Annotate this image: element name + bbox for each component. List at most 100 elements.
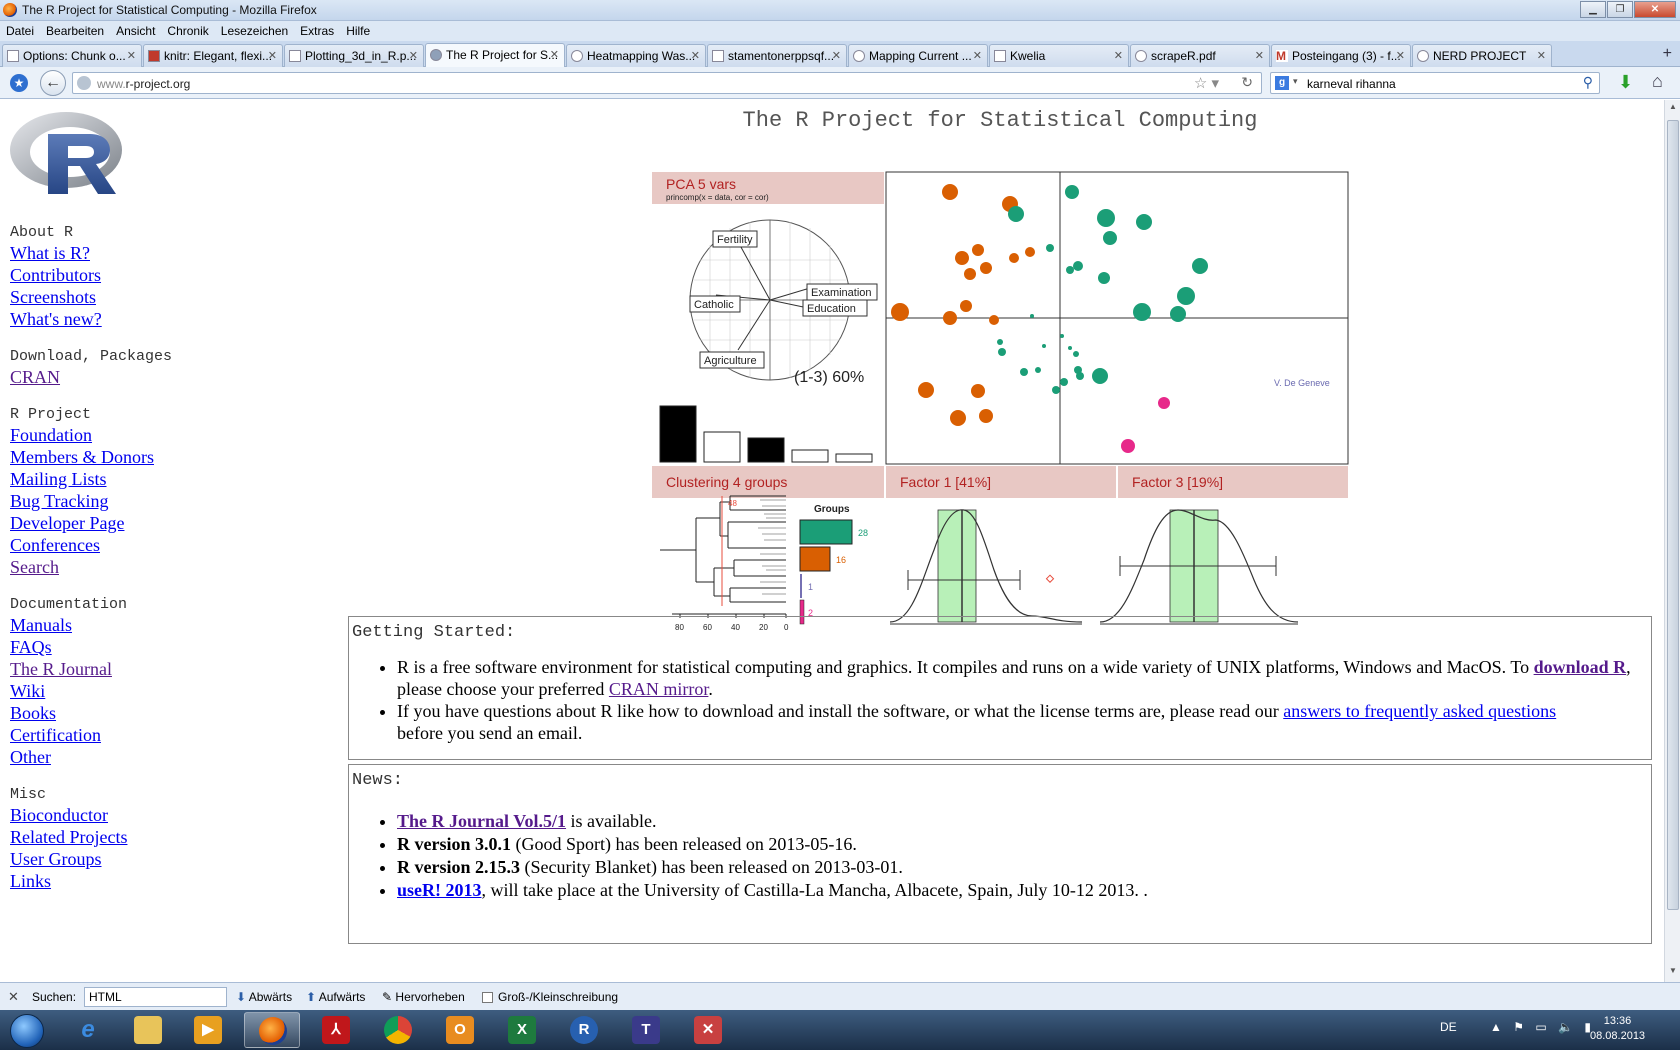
reload-icon[interactable]: ↻ bbox=[1241, 74, 1253, 91]
sidebar-link-conferences[interactable]: Conferences bbox=[10, 534, 172, 556]
tab-close-icon[interactable]: ✕ bbox=[409, 49, 418, 62]
tab-close-icon[interactable]: ✕ bbox=[268, 49, 277, 62]
sidebar-link-faqs[interactable]: FAQs bbox=[10, 636, 172, 658]
google-icon[interactable]: g bbox=[1275, 76, 1289, 90]
language-indicator[interactable]: DE bbox=[1440, 1020, 1457, 1034]
taskbar-firefox[interactable] bbox=[244, 1012, 300, 1048]
taskbar-chrome[interactable] bbox=[370, 1012, 426, 1048]
start-button[interactable] bbox=[2, 1011, 52, 1049]
tray-up-icon[interactable]: ▲ bbox=[1490, 1020, 1502, 1034]
tab[interactable]: NERD PROJECT ✕ bbox=[1412, 44, 1552, 67]
tab-close-icon[interactable]: ✕ bbox=[550, 48, 559, 61]
tab[interactable]: Plotting_3d_in_R.p... ✕ bbox=[284, 44, 424, 67]
site-identity-icon[interactable] bbox=[77, 76, 91, 90]
sidebar-link-certification[interactable]: Certification bbox=[10, 724, 172, 746]
menu-chronik[interactable]: Chronik bbox=[167, 24, 208, 38]
match-case-checkbox[interactable]: Groß-/Kleinschreibung bbox=[482, 990, 618, 1004]
network-icon[interactable]: ▭ bbox=[1535, 1020, 1546, 1034]
sidebar-link-manuals[interactable]: Manuals bbox=[10, 614, 172, 636]
home-icon[interactable]: ⌂ bbox=[1652, 71, 1663, 92]
flag-icon[interactable]: ⚑ bbox=[1513, 1020, 1524, 1034]
tab[interactable]: Options: Chunk o... ✕ bbox=[2, 44, 142, 67]
menu-extras[interactable]: Extras bbox=[300, 24, 334, 38]
taskbar-r[interactable]: R bbox=[556, 1012, 612, 1048]
close-findbar-icon[interactable]: ✕ bbox=[8, 989, 19, 1005]
taskbar-media[interactable]: ▶ bbox=[180, 1012, 236, 1048]
clock[interactable]: 13:36 08.08.2013 bbox=[1590, 1014, 1645, 1044]
tab-active[interactable]: The R Project for S... ✕ bbox=[425, 43, 565, 68]
close-button[interactable]: ✕ bbox=[1634, 1, 1676, 18]
tab[interactable]: Mapping Current ... ✕ bbox=[848, 44, 988, 67]
url-text[interactable]: www.r-project.org bbox=[97, 77, 190, 91]
taskbar-outlook[interactable]: O bbox=[432, 1012, 488, 1048]
search-bar[interactable]: g ▾ karneval rihanna ⚲ bbox=[1270, 72, 1600, 94]
sidebar-link-books[interactable]: Books bbox=[10, 702, 172, 724]
tab-close-icon[interactable]: ✕ bbox=[832, 49, 841, 62]
download-r-link[interactable]: download R bbox=[1534, 657, 1627, 677]
sidebar-link-bug-tracking[interactable]: Bug Tracking bbox=[10, 490, 172, 512]
search-input[interactable]: karneval rihanna bbox=[1307, 77, 1396, 91]
sidebar-link-links[interactable]: Links bbox=[10, 870, 172, 892]
url-bar[interactable]: www.r-project.org ☆ ▾ ↻ bbox=[72, 72, 1262, 94]
taskbar-excel[interactable]: X bbox=[494, 1012, 550, 1048]
search-icon[interactable]: ⚲ bbox=[1583, 74, 1593, 91]
back-button[interactable]: ← bbox=[40, 70, 66, 96]
minimize-button[interactable]: ▁ bbox=[1580, 1, 1606, 18]
scroll-down-arrow[interactable]: ▼ bbox=[1667, 966, 1679, 980]
find-next-button[interactable]: ⬇ Abwärts bbox=[236, 990, 292, 1004]
taskbar-explorer[interactable] bbox=[120, 1012, 176, 1048]
bookmark-icon[interactable]: ★ bbox=[10, 74, 28, 92]
sidebar-link-what-is-r[interactable]: What is R? bbox=[10, 242, 172, 264]
sidebar-link-whats-new[interactable]: What's new? bbox=[10, 308, 172, 330]
taskbar-texmaker[interactable]: T bbox=[618, 1012, 674, 1048]
tab-close-icon[interactable]: ✕ bbox=[1255, 49, 1264, 62]
faq-link[interactable]: answers to frequently asked questions bbox=[1283, 701, 1556, 721]
menu-ansicht[interactable]: Ansicht bbox=[116, 24, 155, 38]
sidebar-link-members-donors[interactable]: Members & Donors bbox=[10, 446, 172, 468]
find-previous-button[interactable]: ⬆ Aufwärts bbox=[306, 990, 365, 1004]
tab[interactable]: M Posteingang (3) - f... ✕ bbox=[1271, 44, 1411, 67]
news-link[interactable]: useR! 2013 bbox=[397, 880, 482, 900]
sidebar-link-wiki[interactable]: Wiki bbox=[10, 680, 172, 702]
tab[interactable]: Heatmapping Was... ✕ bbox=[566, 44, 706, 67]
sidebar-link-developer-page[interactable]: Developer Page bbox=[10, 512, 172, 534]
taskbar-ie[interactable]: e bbox=[60, 1012, 116, 1048]
restore-button[interactable]: ❐ bbox=[1607, 1, 1633, 18]
tab-close-icon[interactable]: ✕ bbox=[1537, 49, 1546, 62]
tab[interactable]: knitr: Elegant, flexi... ✕ bbox=[143, 44, 283, 67]
menu-lesezeichen[interactable]: Lesezeichen bbox=[221, 24, 288, 38]
vertical-scrollbar[interactable]: ▲ ▼ bbox=[1664, 100, 1680, 982]
new-tab-button[interactable]: + bbox=[1663, 45, 1672, 63]
tab-close-icon[interactable]: ✕ bbox=[691, 49, 700, 62]
engine-dropdown-icon[interactable]: ▾ bbox=[1293, 76, 1298, 87]
sidebar-link-screenshots[interactable]: Screenshots bbox=[10, 286, 172, 308]
menu-datei[interactable]: Datei bbox=[6, 24, 34, 38]
menu-hilfe[interactable]: Hilfe bbox=[346, 24, 370, 38]
scrollbar-thumb[interactable] bbox=[1667, 120, 1679, 910]
sidebar-link-contributors[interactable]: Contributors bbox=[10, 264, 172, 286]
cran-mirror-link[interactable]: CRAN mirror bbox=[609, 679, 709, 699]
tab-close-icon[interactable]: ✕ bbox=[1114, 49, 1123, 62]
news-link[interactable]: The R Journal Vol.5/1 bbox=[397, 811, 566, 831]
sidebar-link-mailing-lists[interactable]: Mailing Lists bbox=[10, 468, 172, 490]
tab[interactable]: stamentonerppsqf... ✕ bbox=[707, 44, 847, 67]
tab-close-icon[interactable]: ✕ bbox=[1396, 49, 1405, 62]
sidebar-link-other[interactable]: Other bbox=[10, 746, 172, 768]
r-logo[interactable] bbox=[8, 108, 132, 204]
volume-icon[interactable]: 🔈 bbox=[1558, 1020, 1573, 1034]
sidebar-link-cran[interactable]: CRAN bbox=[10, 366, 172, 388]
find-input[interactable]: HTML bbox=[84, 987, 227, 1007]
tab-close-icon[interactable]: ✕ bbox=[127, 49, 136, 62]
star-icon[interactable]: ☆ ▾ bbox=[1194, 74, 1219, 92]
tab[interactable]: scrapeR.pdf ✕ bbox=[1130, 44, 1270, 67]
download-icon[interactable]: ⬇ bbox=[1618, 72, 1633, 93]
sidebar-link-r-journal[interactable]: The R Journal bbox=[10, 658, 172, 680]
scroll-up-arrow[interactable]: ▲ bbox=[1667, 102, 1679, 116]
sidebar-link-related-projects[interactable]: Related Projects bbox=[10, 826, 172, 848]
sidebar-link-bioconductor[interactable]: Bioconductor bbox=[10, 804, 172, 826]
tab-close-icon[interactable]: ✕ bbox=[973, 49, 982, 62]
sidebar-link-user-groups[interactable]: User Groups bbox=[10, 848, 172, 870]
menu-bearbeiten[interactable]: Bearbeiten bbox=[46, 24, 104, 38]
sidebar-link-search[interactable]: Search bbox=[10, 556, 172, 578]
tab[interactable]: Kwelia ✕ bbox=[989, 44, 1129, 67]
